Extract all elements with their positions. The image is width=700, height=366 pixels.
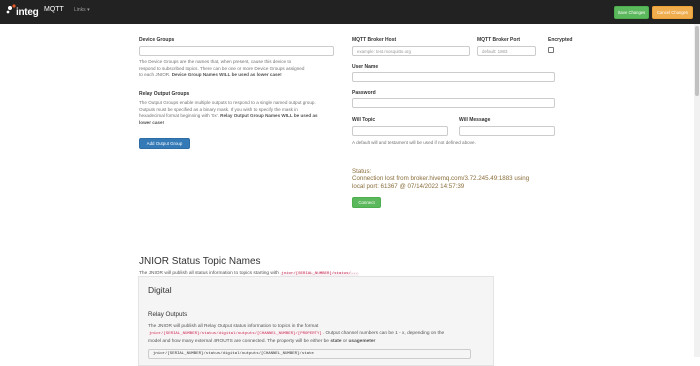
status-line1: Connection lost from broker.hivemq.com/3…	[352, 175, 530, 183]
broker-port-input[interactable]: default: 1883	[477, 46, 536, 56]
relay-output-groups-help: The Output Groups enable multiple output…	[139, 100, 349, 126]
relay-outputs-description: The JNIOR will publish all Relay Output …	[148, 323, 488, 345]
relay-prop-a: state	[330, 339, 342, 344]
encrypted-checkbox[interactable]	[548, 47, 554, 53]
save-changes-button[interactable]: Save Changes	[614, 6, 649, 19]
cancel-changes-button[interactable]: Cancel Changes	[652, 6, 693, 19]
will-message-input[interactable]	[459, 126, 555, 136]
relay-format-code: jnior/[SERIAL_NUMBER]/status/digital/out…	[148, 332, 323, 336]
brand[interactable]: integ	[6, 2, 39, 22]
password-input[interactable]	[352, 98, 555, 108]
relay-help-bold-a: Relay Output Group Names WILL be used as	[220, 113, 318, 119]
device-groups-label: Device Groups	[139, 37, 175, 43]
integ-logo: integ	[6, 3, 39, 21]
status-line2: local port: 61367 @ 07/14/2022 14:57:39	[352, 182, 465, 190]
will-topic-label: Will Topic	[352, 117, 376, 123]
broker-host-label: MQTT Broker Host	[352, 37, 397, 43]
connect-button[interactable]: Connect	[352, 197, 381, 208]
relay-help-line3: hexadecimal format beginning with '0x'.	[139, 113, 219, 119]
device-groups-help: The Device Groups are the names that, wh…	[139, 59, 339, 79]
relay-help-line2: Outputs must be specified as a binary ma…	[139, 106, 298, 112]
broker-host-placeholder: example: test.mosquitto.org	[357, 48, 411, 54]
status-label: Status:	[352, 168, 372, 175]
relay-text-c: model and how many external 4ROUTS are c…	[148, 339, 329, 344]
relay-text-b: . Output channel numbers can be 1 - x, d…	[322, 331, 445, 336]
device-groups-input[interactable]	[139, 46, 334, 56]
nav-links-label: Links	[74, 7, 86, 13]
connection-status: Status: Connection lost from broker.hive…	[352, 168, 592, 190]
relay-output-groups-label: Relay Output Groups	[139, 91, 190, 97]
relay-prop-b: usagemeter	[348, 339, 376, 344]
device-groups-help-line2: respond to subscribed topics. There can …	[139, 65, 305, 71]
device-groups-help-bold: Device Group Names WILL be used as lower…	[171, 72, 282, 78]
add-output-group-button[interactable]: Add Output Group	[139, 138, 190, 149]
caret-down-icon: ▾	[87, 7, 90, 13]
top-navbar: integ MQTT Links ▾ Save Changes Cancel C…	[0, 0, 700, 24]
status-topics-heading: JNIOR Status Topic Names	[139, 256, 261, 267]
relay-text-a: The JNIOR will publish all Relay Output …	[148, 324, 319, 329]
broker-port-label: MQTT Broker Port	[477, 37, 521, 43]
relay-outputs-heading: Relay Outputs	[148, 311, 188, 318]
nav-title-mqtt[interactable]: MQTT	[44, 6, 64, 13]
encrypted-label: Encrypted	[548, 37, 573, 43]
relay-state-topic-example: jnior/[SERIAL_NUMBER]/status/digital/out…	[148, 349, 471, 359]
device-groups-help-line3: to each JNIOR.	[139, 72, 171, 78]
digital-heading: Digital	[148, 285, 172, 295]
broker-host-input[interactable]: example: test.mosquitto.org	[352, 46, 470, 56]
password-label: Password	[352, 90, 376, 96]
relay-help-bold-b: lower case!	[139, 119, 165, 125]
nav-links-dropdown[interactable]: Links ▾	[74, 7, 90, 13]
will-topic-input[interactable]	[352, 126, 448, 136]
brand-text: integ	[16, 7, 39, 18]
relay-or: or	[342, 339, 348, 344]
will-message-label: Will Message	[459, 117, 491, 123]
will-help-text: A default will and testament will be use…	[352, 140, 476, 145]
broker-port-placeholder: default: 1883	[482, 48, 508, 54]
user-name-input[interactable]	[352, 72, 555, 82]
user-name-label: User Name	[352, 64, 379, 70]
scrollbar-thumb[interactable]	[695, 26, 699, 96]
device-groups-help-line1: The Device Groups are the names that, wh…	[139, 59, 292, 64]
relay-help-line1: The Output Groups enable multiple output…	[139, 100, 316, 105]
